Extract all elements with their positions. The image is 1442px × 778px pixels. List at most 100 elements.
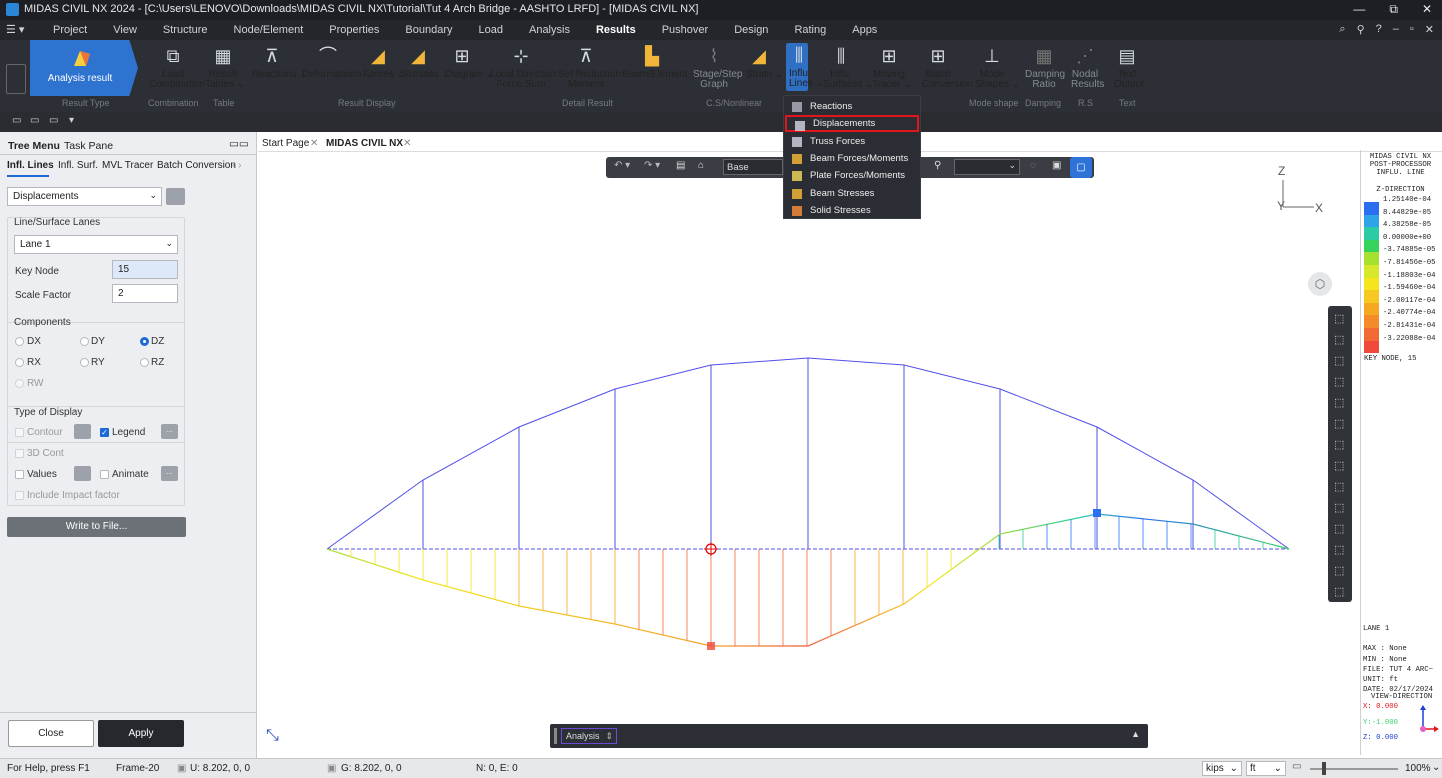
menu-tab-results[interactable]: Results: [583, 24, 649, 36]
tab-task-pane[interactable]: Task Pane: [64, 140, 113, 152]
dropdown-item-beam-forces-moments[interactable]: Beam Forces/Moments: [784, 150, 920, 167]
radio-ry[interactable]: [80, 358, 89, 367]
window-close-button[interactable]: ✕: [1422, 2, 1432, 17]
values-options-button[interactable]: [74, 466, 91, 481]
ribbon-batch-conversion-button[interactable]: ⊞ Batch Conversion: [922, 46, 973, 90]
zoom-fit-icon[interactable]: ⬚: [1334, 522, 1344, 535]
dropdown-item-reactions[interactable]: Reactions: [784, 98, 920, 115]
select-window-icon[interactable]: ⬚: [1334, 333, 1344, 346]
radio-rw[interactable]: [15, 379, 24, 388]
ribbon-combination-button[interactable]: ⧉ Load Combination: [149, 46, 205, 90]
radio-dz[interactable]: [140, 337, 149, 346]
subtab-mvl-tracer[interactable]: MVL Tracer: [102, 160, 153, 171]
select-intersect-icon[interactable]: ⬚: [1334, 375, 1344, 388]
ribbon-diagram-button[interactable]: ⊞ Diagram ⌄: [445, 46, 494, 80]
ribbon-stresses-button[interactable]: ◢ Stresses ⌄: [400, 46, 450, 80]
menu-tab-load[interactable]: Load: [466, 24, 516, 36]
menu-tab-apps[interactable]: Apps: [839, 24, 890, 36]
ribbon-influence-lines-button[interactable]: ⫼ Influ. Lines ⌄: [786, 43, 824, 91]
apply-button[interactable]: Apply: [98, 720, 184, 747]
dropdown-item-truss-forces[interactable]: Truss Forces: [784, 133, 920, 150]
menu-tab-analysis[interactable]: Analysis: [516, 24, 583, 36]
rotate-icon[interactable]: ⬚: [1334, 543, 1344, 556]
dropdown-item-displacements[interactable]: Displacements: [785, 115, 919, 133]
menu-tab-design[interactable]: Design: [721, 24, 781, 36]
select-polygon-icon[interactable]: ⬚: [1334, 354, 1344, 367]
3d-contour-checkbox[interactable]: [15, 449, 24, 458]
expand-bar-icon[interactable]: ▲: [1131, 729, 1140, 739]
force-unit-select[interactable]: kips ⌄: [1202, 761, 1242, 776]
impact-factor-checkbox[interactable]: [15, 491, 24, 500]
ribbon-moving-tracer-button[interactable]: ⊞ Moving Tracer ⌄: [872, 46, 912, 90]
print-icon[interactable]: ⬚: [1334, 585, 1344, 598]
subtab-infl-surf[interactable]: Infl. Surf.: [58, 160, 98, 171]
menu-tab-pushover[interactable]: Pushover: [649, 24, 721, 36]
values-checkbox[interactable]: [15, 470, 24, 479]
select-single-icon[interactable]: ⬚: [1334, 480, 1344, 493]
ribbon-nodal-results-button[interactable]: ⋰ Nodal Results: [1071, 46, 1104, 90]
legend-options-button[interactable]: ...: [161, 424, 178, 439]
ribbon-pin-icon[interactable]: [6, 64, 26, 94]
save-file-icon[interactable]: ▭: [49, 115, 58, 126]
radio-dy[interactable]: [80, 337, 89, 346]
key-node-input[interactable]: 15: [112, 260, 178, 279]
customize-toolbar-icon[interactable]: ▾: [69, 115, 74, 126]
ribbon-strain-button[interactable]: ◢ Strain ⌄: [746, 46, 783, 80]
tab-tree-menu[interactable]: Tree Menu: [8, 140, 60, 152]
menu-tab-rating[interactable]: Rating: [781, 24, 839, 36]
animate-options-button[interactable]: ...: [161, 466, 178, 481]
window-restore-button[interactable]: ⧉: [1389, 2, 1398, 17]
help-icon[interactable]: ⚲: [1357, 23, 1365, 36]
analysis-mode-select[interactable]: Analysis ⇕: [561, 728, 617, 744]
ribbon-text-output-button[interactable]: ▤ Text Output: [1114, 46, 1144, 90]
menu-tab-node-element[interactable]: Node/Element: [221, 24, 317, 36]
menu-tab-project[interactable]: Project: [40, 24, 100, 36]
close-icon[interactable]: ✕: [1425, 23, 1434, 36]
radio-rx[interactable]: [15, 358, 24, 367]
subtab-scroll-arrows[interactable]: ‹ ›: [232, 160, 241, 171]
subtab-infl-lines[interactable]: Infl. Lines: [7, 160, 54, 171]
subtab-batch-conversion[interactable]: Batch Conversion: [157, 160, 236, 171]
hamburger-menu-icon[interactable]: ☰ ▾: [6, 23, 24, 36]
ribbon-result-tables-button[interactable]: ▦ Result Tables ⌄: [205, 46, 245, 90]
ribbon-stage-step-graph-button[interactable]: ⌇ Stage/Step Graph: [693, 46, 742, 90]
info-icon[interactable]: ?: [1376, 23, 1382, 36]
select-plane-icon[interactable]: ⬚: [1334, 396, 1344, 409]
menu-tab-properties[interactable]: Properties: [316, 24, 392, 36]
menu-tab-boundary[interactable]: Boundary: [392, 24, 465, 36]
radio-dx[interactable]: [15, 337, 24, 346]
select-previous-icon[interactable]: ⬚: [1334, 438, 1344, 451]
open-file-icon[interactable]: ▭: [30, 115, 39, 126]
dropdown-item-plate-forces-moments[interactable]: Plate Forces/Moments: [784, 167, 920, 184]
ribbon-local-direction-button[interactable]: ⊹ Local Direction Force Sum: [490, 46, 556, 90]
panel-layout-icon[interactable]: ▭▭: [229, 138, 249, 150]
display-icon[interactable]: ▭: [1292, 761, 1301, 772]
ribbon-deformations-button[interactable]: ⌒ Deformations ⌄: [302, 46, 373, 80]
unselect-icon[interactable]: ⬚: [1334, 417, 1344, 430]
radio-rz[interactable]: [140, 358, 149, 367]
dropdown-item-solid-stresses[interactable]: Solid Stresses: [784, 202, 920, 219]
lane-select[interactable]: Lane 1 ⌄: [14, 235, 178, 254]
ribbon-forces-button[interactable]: ◢ Forces ⌄: [363, 46, 405, 80]
result-type-options-button[interactable]: [166, 188, 185, 205]
search-icon[interactable]: ⌕: [1339, 23, 1345, 36]
minimize-icon[interactable]: –: [1393, 23, 1399, 36]
analysis-result-button[interactable]: Analysis result: [30, 40, 138, 96]
contour-options-button[interactable]: [74, 424, 91, 439]
write-to-file-button[interactable]: Write to File...: [7, 517, 186, 537]
zoom-chevron-icon[interactable]: ⌄: [1432, 762, 1440, 773]
legend-checkbox[interactable]: ✓: [100, 428, 109, 437]
zoom-level[interactable]: 100%: [1405, 763, 1431, 774]
close-button[interactable]: Close: [8, 720, 94, 747]
ribbon-set-reduction-button[interactable]: ⊼ Set Reduction Moment: [558, 46, 621, 90]
animate-checkbox[interactable]: [100, 470, 109, 479]
window-minimize-button[interactable]: —: [1353, 2, 1365, 17]
result-type-select[interactable]: Displacements ⌄: [7, 187, 162, 206]
zoom-slider-handle[interactable]: [1322, 762, 1326, 775]
node-number-icon[interactable]: ⬚: [1334, 501, 1344, 514]
ribbon-reactions-button[interactable]: ⊼ Reactions ⌄: [252, 46, 308, 80]
new-file-icon[interactable]: ▭: [12, 115, 21, 126]
ribbon-beam-element-button[interactable]: ▙ Beam/Element ⌄: [622, 46, 699, 80]
ribbon-influence-surfaces-button[interactable]: ⫼ Influ. Surfaces ⌄: [823, 46, 874, 90]
display-icon[interactable]: ⬚: [1334, 564, 1344, 577]
